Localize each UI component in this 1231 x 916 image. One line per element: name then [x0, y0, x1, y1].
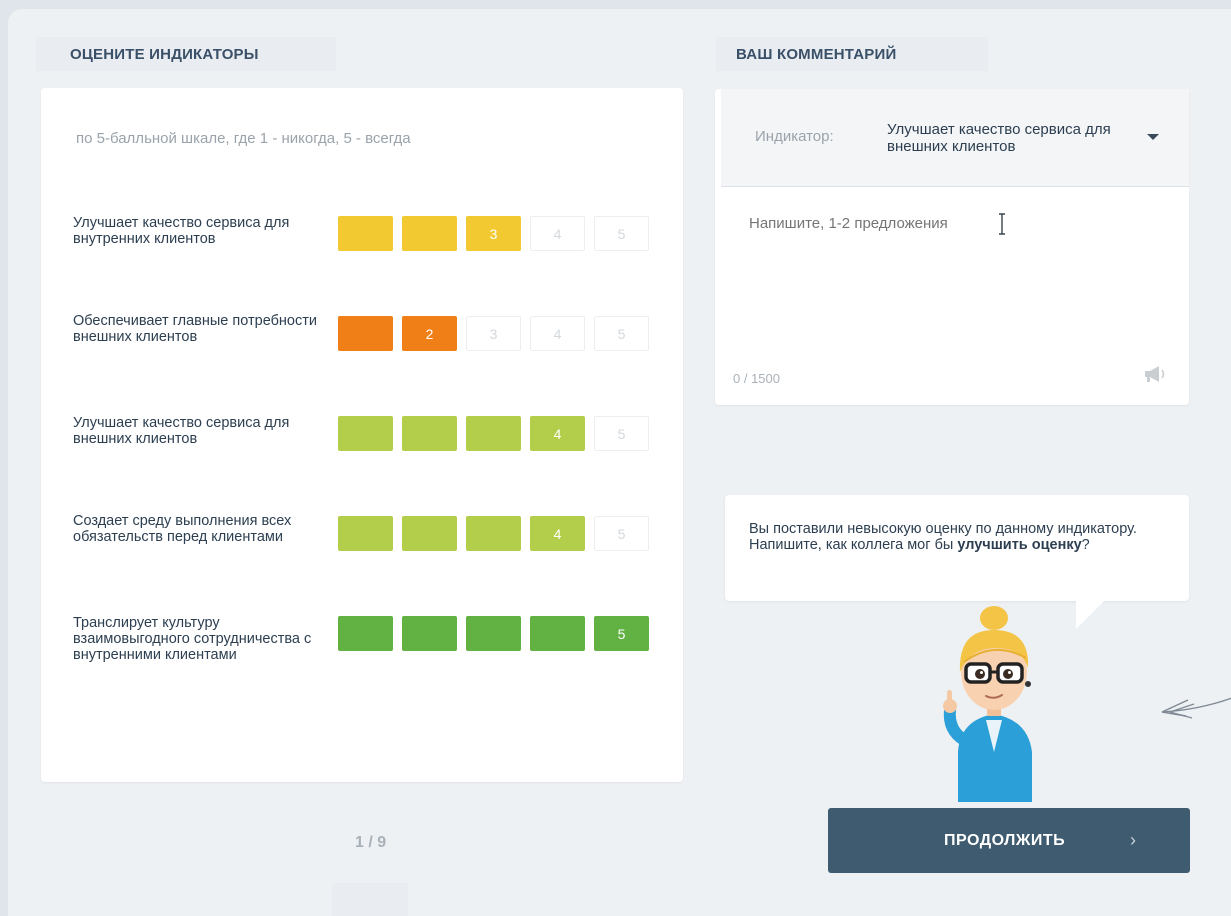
indicator-label: Транслирует культуру взаимовыгодного сот…: [73, 615, 312, 663]
pager-shade: [332, 883, 408, 916]
continue-button[interactable]: ПРОДОЛЖИТЬ ›: [828, 808, 1190, 873]
score-box-5[interactable]: 5: [594, 616, 649, 651]
your-comment-title: ВАШ КОММЕНТАРИЙ: [736, 46, 897, 63]
score-box-4[interactable]: [530, 616, 585, 651]
score-box-2[interactable]: [402, 516, 457, 551]
score-box-1[interactable]: [338, 216, 393, 251]
score-box-4[interactable]: 4: [530, 416, 585, 451]
score-box-2[interactable]: [402, 416, 457, 451]
indicator-label: Создает среду выполнения всех обязательс…: [73, 513, 292, 545]
score-selector: 345: [338, 216, 649, 251]
text-cursor-icon: [999, 213, 1005, 235]
score-box-5[interactable]: 5: [594, 516, 649, 551]
score-selector: 45: [338, 516, 649, 551]
tip-bold: улучшить оценку: [957, 537, 1082, 553]
score-box-2[interactable]: 2: [402, 316, 457, 351]
indicator-row: Обеспечивает главные потребности внешних…: [41, 306, 683, 406]
score-box-1[interactable]: [338, 616, 393, 651]
rate-indicators-title: ОЦЕНИТЕ ИНДИКАТОРЫ: [70, 46, 259, 63]
score-box-4[interactable]: 4: [530, 516, 585, 551]
scale-hint: по 5-балльной шкале, где 1 - никогда, 5 …: [76, 130, 411, 147]
indicator-row: Создает среду выполнения всех обязательс…: [41, 506, 683, 606]
score-box-4[interactable]: 4: [530, 316, 585, 351]
rating-card: по 5-балльной шкале, где 1 - никогда, 5 …: [41, 88, 683, 782]
score-box-3[interactable]: [466, 516, 521, 551]
score-box-5[interactable]: 5: [594, 316, 649, 351]
score-box-2[interactable]: [402, 216, 457, 251]
score-box-4[interactable]: 4: [530, 216, 585, 251]
score-box-1[interactable]: [338, 316, 393, 351]
indicator-label: Обеспечивает главные потребности внешних…: [73, 313, 317, 345]
score-box-5[interactable]: 5: [594, 216, 649, 251]
score-box-3[interactable]: 3: [466, 316, 521, 351]
score-selector: 45: [338, 416, 649, 451]
continue-label: ПРОДОЛЖИТЬ: [944, 832, 1066, 849]
caret-down-icon[interactable]: [1147, 134, 1159, 140]
indicator-row: Транслирует культуру взаимовыгодного сот…: [41, 606, 683, 706]
comment-card: Индикатор: Улучшает качество сервиса для…: [715, 89, 1189, 405]
score-box-1[interactable]: [338, 516, 393, 551]
score-box-1[interactable]: [338, 416, 393, 451]
megaphone-icon[interactable]: [1143, 365, 1167, 383]
indicator-row: Улучшает качество сервиса для внешних кл…: [41, 406, 683, 506]
character-counter: 0 / 1500: [733, 371, 780, 386]
tip-bubble: Вы поставили невысокую оценку по данному…: [725, 495, 1189, 629]
indicator-label: Индикатор:: [755, 128, 834, 145]
indicator-selected-value[interactable]: Улучшает качество сервиса для внешних кл…: [887, 121, 1137, 155]
score-selector: 2345: [338, 316, 649, 351]
tip-text: Вы поставили невысокую оценку по данному…: [749, 521, 1137, 553]
pager: 1 / 9: [355, 834, 387, 851]
score-box-2[interactable]: [402, 616, 457, 651]
chevron-right-icon: ›: [1130, 830, 1137, 850]
arrow-left-icon: [1161, 697, 1231, 719]
indicator-selector[interactable]: Индикатор: Улучшает качество сервиса для…: [721, 89, 1189, 187]
score-box-3[interactable]: [466, 416, 521, 451]
indicator-label: Улучшает качество сервиса для внешних кл…: [73, 415, 290, 447]
assistant-avatar: [943, 606, 1032, 802]
score-box-3[interactable]: [466, 616, 521, 651]
indicator-label: Улучшает качество сервиса для внутренних…: [73, 215, 290, 247]
score-selector: 5: [338, 616, 649, 651]
score-box-5[interactable]: 5: [594, 416, 649, 451]
bubble-tail: [1076, 601, 1104, 629]
indicator-row: Улучшает качество сервиса для внутренних…: [41, 206, 683, 306]
score-box-3[interactable]: 3: [466, 216, 521, 251]
